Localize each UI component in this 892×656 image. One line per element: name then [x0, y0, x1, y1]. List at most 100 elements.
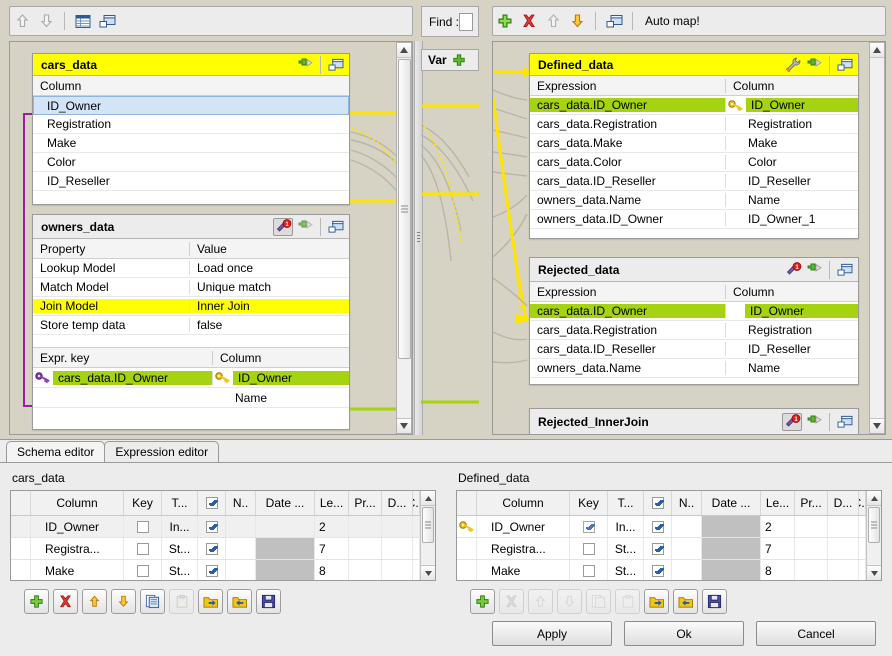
cancel-button[interactable]: Cancel	[756, 621, 876, 646]
property-row[interactable]: Store temp data false	[33, 316, 349, 335]
grid-header-comment[interactable]: C...	[859, 491, 866, 515]
output-canvas-scrollbar[interactable]	[869, 42, 885, 434]
grid-view-icon[interactable]	[71, 9, 95, 33]
key-checkbox[interactable]	[583, 543, 595, 555]
delete-row-button[interactable]	[53, 589, 78, 614]
row-key-checkbox-cell[interactable]	[124, 560, 162, 580]
save-button[interactable]	[256, 589, 281, 614]
grid-header-key[interactable]: Key	[124, 491, 162, 515]
row-checkbox[interactable]	[206, 521, 218, 533]
grid-header-date[interactable]: Date ...	[256, 491, 315, 515]
add-icon[interactable]	[452, 53, 466, 67]
grid-header-type[interactable]: T...	[608, 491, 644, 515]
key-row[interactable]: cars_data.ID_Owner ID_Owner	[33, 368, 349, 388]
row-select-cell[interactable]	[198, 560, 226, 580]
select-all-checkbox[interactable]	[206, 497, 218, 509]
grid-header-type[interactable]: T...	[162, 491, 198, 515]
add-icon[interactable]	[493, 9, 517, 33]
var-button[interactable]: Var	[421, 49, 479, 71]
ok-button[interactable]: Ok	[624, 621, 744, 646]
minimize-window-icon[interactable]	[602, 9, 626, 33]
row-select-cell[interactable]	[198, 516, 226, 537]
grid-header-length[interactable]: Le...	[315, 491, 349, 515]
property-value[interactable]: Unique match	[190, 280, 349, 294]
table-row[interactable]: cars_data.ID_Reseller ID_Reseller	[530, 172, 858, 191]
table-row[interactable]: cars_data.Registration Registration	[530, 321, 858, 340]
grid-header-date[interactable]: Date ...	[702, 491, 761, 515]
filter-badge-icon[interactable]: 1	[782, 413, 802, 431]
scroll-up-arrow[interactable]	[870, 43, 884, 58]
delete-icon[interactable]	[517, 9, 541, 33]
grid-header-checkbox-col[interactable]	[644, 491, 672, 515]
output-table-defined_data[interactable]: Defined_data	[529, 53, 859, 239]
row-key-checkbox-cell[interactable]	[570, 560, 608, 580]
table-header[interactable]: owners_data 1	[33, 215, 349, 239]
table-row[interactable]: owners_data.Name Name	[530, 359, 858, 378]
minimize-window-icon[interactable]	[327, 218, 345, 236]
table-row[interactable]: cars_data.ID_Owner ID_Owner	[530, 302, 858, 321]
scroll-down-arrow[interactable]	[421, 565, 435, 580]
row-checkbox[interactable]	[206, 565, 218, 577]
filter-badge-icon[interactable]: 1	[273, 218, 293, 236]
input-table-cars_data[interactable]: cars_data	[32, 53, 350, 205]
export-button[interactable]	[227, 589, 252, 614]
add-filter-icon[interactable]	[805, 261, 823, 279]
table-row[interactable]: Color	[33, 153, 349, 172]
right-schema-grid[interactable]: Column Key T... N.. Date ... Le... Pr...…	[456, 490, 882, 581]
row-key-checkbox-cell[interactable]	[570, 516, 608, 537]
row-select-cell[interactable]	[644, 560, 672, 580]
row-select-cell[interactable]	[198, 538, 226, 559]
table-row[interactable]: Make St... 8	[457, 560, 866, 580]
find-input[interactable]	[459, 13, 473, 31]
grid-header-comment[interactable]: C...	[413, 491, 420, 515]
filter-badge-icon[interactable]: 1	[784, 261, 802, 279]
grid-header-nullable[interactable]: N..	[226, 491, 256, 515]
row-key-checkbox-cell[interactable]	[124, 538, 162, 559]
key-row[interactable]: Name	[33, 388, 349, 408]
add-filter-icon[interactable]	[296, 218, 314, 236]
table-row[interactable]: ID_Owner In... 2	[457, 516, 866, 538]
minimize-window-icon[interactable]	[95, 9, 119, 33]
auto-map-button[interactable]: Auto map!	[639, 14, 706, 28]
minimize-window-icon[interactable]	[836, 261, 854, 279]
scrollbar-thumb[interactable]	[422, 507, 434, 543]
export-button[interactable]	[673, 589, 698, 614]
property-row[interactable]: Match Model Unique match	[33, 278, 349, 297]
left-grid-scrollbar[interactable]	[420, 491, 435, 580]
table-row[interactable]: owners_data.Name Name	[530, 191, 858, 210]
table-header[interactable]: cars_data	[33, 54, 349, 76]
table-row[interactable]: ID_Owner	[33, 96, 349, 115]
move-down-button[interactable]	[111, 589, 136, 614]
property-value[interactable]: Inner Join	[190, 299, 349, 313]
grid-header-nullable[interactable]: N..	[672, 491, 702, 515]
table-row[interactable]: Make	[33, 134, 349, 153]
canvas-splitter[interactable]	[414, 41, 423, 435]
table-row[interactable]: owners_data.ID_Owner ID_Owner_1	[530, 210, 858, 229]
table-row[interactable]: cars_data.ID_Owner ID_Owner	[530, 96, 858, 115]
move-down-icon[interactable]	[34, 9, 58, 33]
move-up-button[interactable]	[82, 589, 107, 614]
property-value[interactable]: Load once	[190, 261, 349, 275]
copy-button[interactable]	[140, 589, 165, 614]
property-value[interactable]: false	[190, 318, 349, 332]
row-checkbox[interactable]	[206, 543, 218, 555]
row-checkbox[interactable]	[652, 565, 664, 577]
row-select-cell[interactable]	[644, 538, 672, 559]
table-row[interactable]: cars_data.ID_Reseller ID_Reseller	[530, 340, 858, 359]
table-header[interactable]: Defined_data	[530, 54, 858, 76]
input-canvas-scrollbar[interactable]	[396, 42, 412, 434]
select-all-checkbox[interactable]	[652, 497, 664, 509]
add-filter-icon[interactable]	[805, 413, 823, 431]
table-header[interactable]: Rejected_InnerJoin 1	[530, 409, 858, 434]
grid-header-column[interactable]: Column	[31, 491, 124, 515]
row-checkbox[interactable]	[652, 521, 664, 533]
row-checkbox[interactable]	[652, 543, 664, 555]
left-schema-grid[interactable]: Column Key T... N.. Date ... Le... Pr...…	[10, 490, 436, 581]
grid-header-default[interactable]: D...	[382, 491, 413, 515]
output-table-rejected_data[interactable]: Rejected_data 1	[529, 257, 859, 385]
grid-header-precision[interactable]: Pr...	[349, 491, 382, 515]
table-row[interactable]: cars_data.Make Make	[530, 134, 858, 153]
table-row[interactable]: Registra... St... 7	[457, 538, 866, 560]
grid-header-default[interactable]: D...	[828, 491, 859, 515]
move-down-icon[interactable]	[565, 9, 589, 33]
